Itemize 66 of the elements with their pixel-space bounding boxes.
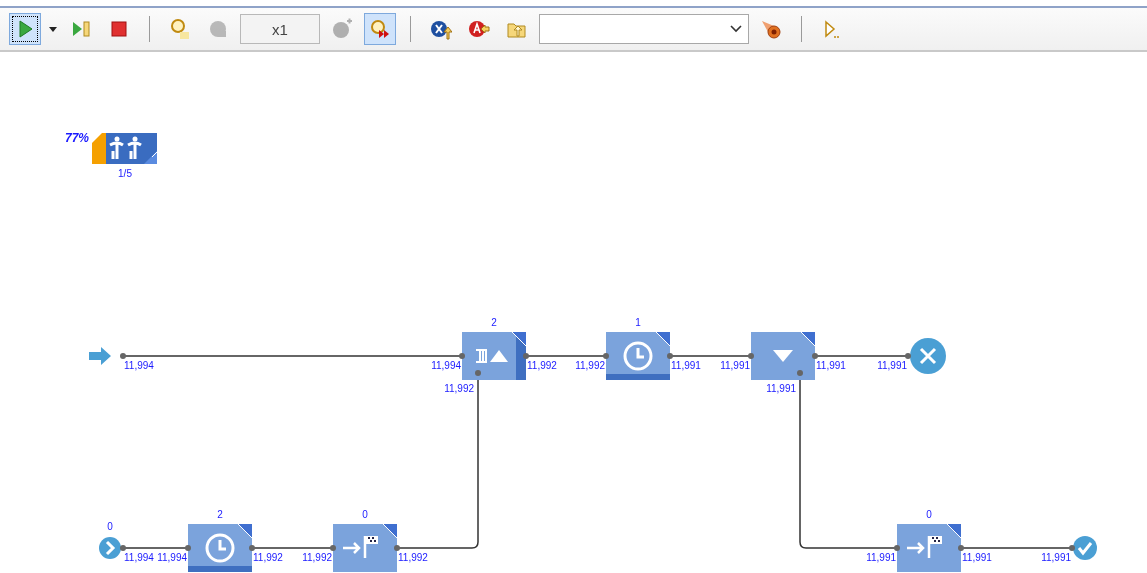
move-block (333, 524, 397, 572)
comet-icon (760, 18, 782, 40)
speed-field[interactable]: x1 (240, 14, 320, 44)
select-block (751, 332, 815, 380)
port-dot (812, 353, 818, 359)
stop-icon (108, 18, 130, 40)
port-dot (459, 353, 465, 359)
delay-block (606, 332, 670, 380)
chevron-down-icon (730, 25, 742, 33)
count-label: 0 (362, 509, 368, 521)
arrow-icon (89, 345, 113, 367)
fast-forward-icon (369, 18, 391, 40)
port-count-label: 11,991 (962, 552, 992, 564)
delay-block (188, 524, 252, 572)
port-dot (394, 545, 400, 551)
port-count-label: 11,991 (866, 552, 896, 564)
port-count-label: 11,991 (1041, 552, 1071, 564)
port-count-label: 11,991 (671, 360, 701, 372)
port-count-label: 11,991 (720, 360, 750, 372)
port-dot (475, 370, 481, 376)
x-up-icon (430, 18, 452, 40)
toolbar-button[interactable] (9, 13, 41, 45)
port-count-label: 11,992 (253, 552, 283, 564)
port-count-label: 11,994 (124, 552, 154, 564)
port-dot (958, 545, 964, 551)
port-count-label: 11,992 (302, 552, 332, 564)
port-dot (523, 353, 529, 359)
port-count-label: 11,992 (575, 360, 605, 372)
dropdown-field[interactable] (539, 14, 749, 44)
port-dot (185, 545, 191, 551)
port-dot (667, 353, 673, 359)
port-count-label: 11,992 (527, 360, 557, 372)
port-dot (894, 545, 900, 551)
port-dot (905, 353, 911, 359)
count-label: 2 (491, 317, 497, 329)
check-icon (1072, 535, 1098, 561)
port-count-label: 11,994 (124, 360, 154, 372)
port-count-label: 11,992 (398, 552, 428, 564)
port-count-label: 11,991 (766, 383, 796, 395)
caret-icon (49, 26, 57, 32)
count-label: 2 (217, 509, 223, 521)
port-count-label: 11,991 (816, 360, 846, 372)
pool-count-label: 1/5 (118, 168, 132, 180)
port-dot (120, 545, 126, 551)
port-dot (120, 353, 126, 359)
count-label: 1 (635, 317, 641, 329)
port-dot (748, 353, 754, 359)
port-count-label: 11,994 (157, 552, 187, 564)
chevron-right-icon (98, 536, 122, 560)
port-dot (249, 545, 255, 551)
utilization-label: 77% (64, 132, 89, 144)
a-left-icon (468, 18, 490, 40)
port-dot (797, 370, 803, 376)
port-count-label: 11,991 (877, 360, 907, 372)
move-block (897, 524, 961, 572)
port-count-label: 11,994 (431, 360, 461, 372)
port-dot (1069, 545, 1075, 551)
close-icon (909, 337, 947, 375)
port-count-label: 11,992 (444, 383, 474, 395)
hold-block (462, 332, 526, 380)
step-icon (70, 18, 92, 40)
count-label: 0 (926, 509, 932, 521)
resource-pool-icon (92, 133, 157, 164)
port-dot (330, 545, 336, 551)
port-dot (603, 353, 609, 359)
count-label: 0 (107, 521, 113, 533)
